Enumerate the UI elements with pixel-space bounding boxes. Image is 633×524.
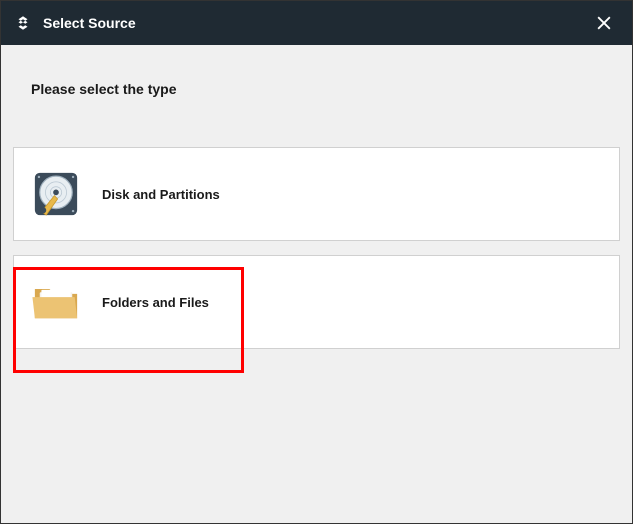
app-icon [13,13,33,33]
folder-icon [28,274,84,330]
hard-disk-icon [28,166,84,222]
titlebar: Select Source [1,1,632,45]
dialog-title: Select Source [43,15,588,31]
content-area: Please select the type Disk and Partitio… [1,45,632,375]
option-folders-files[interactable]: Folders and Files [13,255,620,349]
option-label: Folders and Files [102,295,209,310]
instruction-text: Please select the type [13,57,620,147]
close-button[interactable] [588,7,620,39]
option-disk-partitions[interactable]: Disk and Partitions [13,147,620,241]
option-label: Disk and Partitions [102,187,220,202]
close-icon [594,13,614,33]
